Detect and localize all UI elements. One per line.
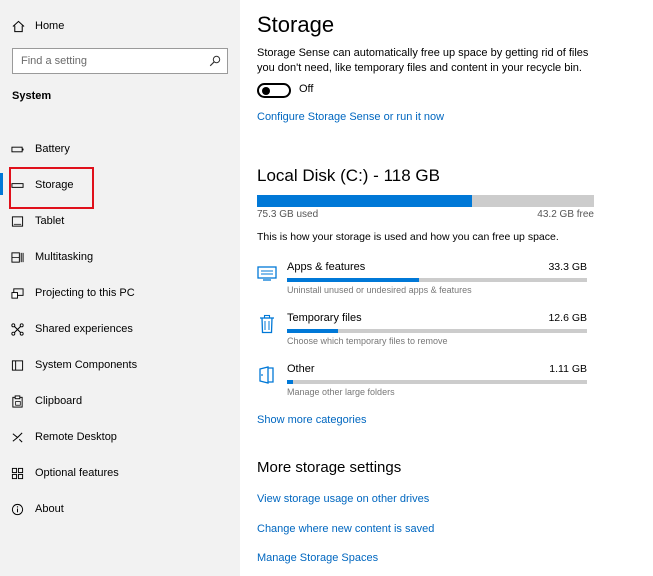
search-icon[interactable] [209, 55, 221, 67]
sidebar-item-system-components[interactable]: System Components [0, 352, 240, 378]
sidebar-item-label: Projecting to this PC [35, 287, 135, 299]
sidebar-item-label: System Components [35, 359, 138, 371]
toggle-label: Off [299, 83, 314, 95]
category-subtext: Manage other large folders [287, 387, 395, 397]
category-name: Other [287, 363, 315, 375]
sidebar-item-battery[interactable]: Battery [0, 136, 240, 162]
category-bar-fill [287, 278, 419, 282]
sidebar: Home Find a setting System Battery Stora… [0, 0, 240, 576]
sidebar-item-tablet[interactable]: Tablet [0, 208, 240, 234]
trash-icon [260, 314, 274, 334]
storage-info-text: This is how your storage is used and how… [257, 231, 559, 243]
about-icon [10, 502, 24, 516]
sidebar-item-projecting[interactable]: Projecting to this PC [0, 280, 240, 306]
category-bar-fill [287, 380, 293, 384]
category-other[interactable]: Other 1.11 GB Manage other large folders [257, 363, 587, 403]
page-title: Storage [257, 12, 335, 37]
disk-free-text: 43.2 GB free [537, 209, 594, 220]
search-input[interactable]: Find a setting [12, 48, 228, 74]
section-title: System [12, 90, 52, 102]
shared-experiences-icon [10, 322, 24, 336]
sidebar-item-label: Optional features [35, 467, 119, 479]
apps-icon [257, 266, 277, 281]
sidebar-item-label: Battery [35, 143, 70, 155]
sidebar-item-remote-desktop[interactable]: Remote Desktop [0, 424, 240, 450]
category-bar [287, 380, 587, 384]
storage-sense-description: Storage Sense can automatically free up … [257, 47, 589, 74]
change-new-content-location-link[interactable]: Change where new content is saved [257, 523, 434, 535]
selected-indicator [0, 173, 3, 195]
disk-used-text: 75.3 GB used [257, 209, 319, 220]
main-content: Storage Storage Sense can automatically … [257, 0, 653, 576]
toggle-knob [262, 87, 270, 95]
multitasking-icon [10, 250, 24, 264]
disk-usage-fill [257, 195, 472, 207]
sidebar-item-label: Tablet [35, 215, 65, 227]
sidebar-item-shared-experiences[interactable]: Shared experiences [0, 316, 240, 342]
sidebar-item-label: Multitasking [35, 251, 94, 263]
search-placeholder: Find a setting [21, 55, 88, 67]
sidebar-item-clipboard[interactable]: Clipboard [0, 388, 240, 414]
category-size: 12.6 GB [548, 312, 587, 324]
sidebar-item-about[interactable]: About [0, 496, 240, 522]
battery-icon [10, 142, 24, 156]
highlight-box [9, 167, 94, 209]
system-components-icon [10, 358, 24, 372]
category-name: Temporary files [287, 312, 362, 324]
sidebar-item-label: Remote Desktop [35, 431, 117, 443]
show-more-categories-link[interactable]: Show more categories [257, 414, 366, 426]
remote-desktop-icon [10, 430, 24, 444]
sidebar-item-label: Clipboard [35, 395, 83, 407]
category-size: 1.11 GB [549, 363, 587, 375]
sidebar-item-label: About [35, 503, 64, 515]
category-temporary-files[interactable]: Temporary files 12.6 GB Choose which tem… [257, 312, 587, 352]
tablet-icon [10, 214, 24, 228]
configure-storage-sense-link[interactable]: Configure Storage Sense or run it now [257, 111, 444, 123]
disk-title: Local Disk (C:) - 118 GB [257, 166, 440, 185]
category-bar-fill [287, 329, 338, 333]
optional-features-icon [10, 466, 24, 480]
category-subtext: Choose which temporary files to remove [287, 336, 448, 346]
disk-usage-bar [257, 195, 594, 207]
more-storage-settings-title: More storage settings [257, 459, 402, 476]
category-bar [287, 278, 587, 282]
projecting-icon [10, 286, 24, 300]
home-link[interactable]: Home [12, 16, 64, 36]
storage-sense-toggle[interactable] [257, 83, 291, 98]
category-name: Apps & features [287, 261, 366, 273]
home-label: Home [35, 20, 65, 32]
category-size: 33.3 GB [548, 261, 587, 273]
clipboard-icon [10, 394, 24, 408]
sidebar-item-label: Shared experiences [35, 323, 133, 335]
sidebar-item-optional-features[interactable]: Optional features [0, 460, 240, 486]
sidebar-item-multitasking[interactable]: Multitasking [0, 244, 240, 270]
category-apps-features[interactable]: Apps & features 33.3 GB Uninstall unused… [257, 261, 587, 301]
category-subtext: Uninstall unused or undesired apps & fea… [287, 285, 472, 295]
category-bar [287, 329, 587, 333]
view-storage-other-drives-link[interactable]: View storage usage on other drives [257, 493, 429, 505]
folder-icon [259, 366, 274, 384]
home-icon [12, 20, 25, 32]
manage-storage-spaces-link[interactable]: Manage Storage Spaces [257, 552, 378, 564]
